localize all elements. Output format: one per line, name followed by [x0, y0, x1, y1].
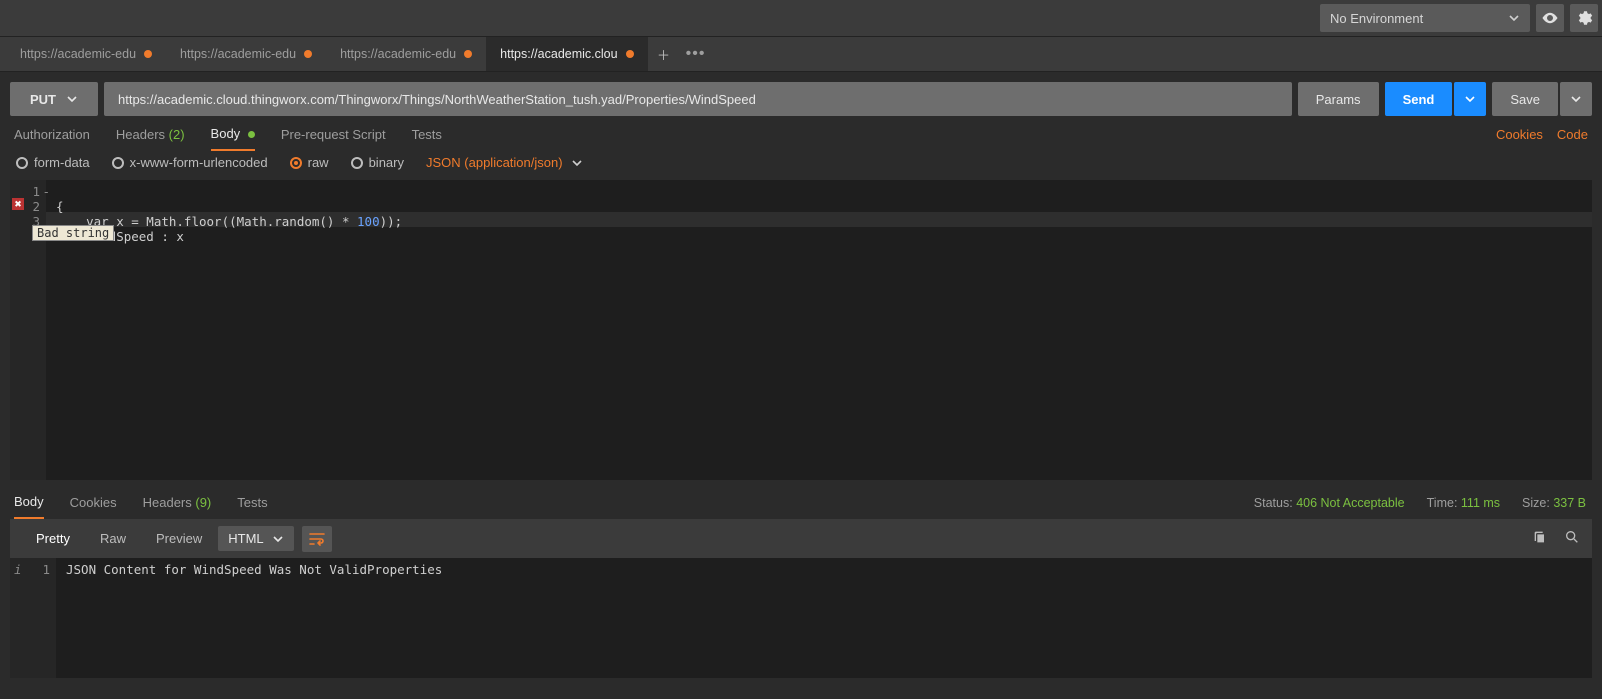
- resp-lang-select[interactable]: HTML: [218, 526, 293, 551]
- search-response-button[interactable]: [1564, 529, 1580, 548]
- line-wrap-button[interactable]: [302, 526, 332, 552]
- chevron-down-icon: [1508, 12, 1520, 24]
- save-dropdown[interactable]: [1560, 82, 1592, 116]
- status-value: 406 Not Acceptable: [1296, 496, 1404, 510]
- view-preview[interactable]: Preview: [142, 525, 216, 552]
- new-tab-button[interactable]: ＋: [648, 37, 680, 71]
- info-icon: i: [14, 562, 22, 577]
- environment-select[interactable]: No Environment: [1320, 4, 1530, 32]
- tab-label: https://academic.clou: [500, 47, 617, 61]
- response-text: JSON Content for WindSpeed Was Not Valid…: [56, 558, 1592, 678]
- chevron-down-icon: [66, 93, 78, 105]
- quicklook-icon[interactable]: [1536, 4, 1564, 32]
- tab-strip: https://academic-edu https://academic-ed…: [0, 37, 1602, 72]
- cookies-link[interactable]: Cookies: [1496, 127, 1543, 142]
- copy-response-button[interactable]: [1532, 529, 1548, 548]
- response-gutter: i 1: [10, 558, 56, 678]
- response-meta: Status: 406 Not Acceptable Time: 111 ms …: [1254, 496, 1586, 510]
- response-body-viewer[interactable]: i 1 JSON Content for WindSpeed Was Not V…: [10, 558, 1592, 678]
- save-button[interactable]: Save: [1492, 82, 1558, 116]
- radio-icon: [112, 157, 124, 169]
- tab-2[interactable]: https://academic-edu: [326, 37, 486, 71]
- error-tooltip: Bad string: [32, 225, 114, 241]
- radio-icon: [16, 157, 28, 169]
- size-value: 337 B: [1553, 496, 1586, 510]
- unsaved-dot-icon: [626, 50, 634, 58]
- tab-label: https://academic-edu: [20, 47, 136, 61]
- chevron-down-icon: [1570, 93, 1582, 105]
- send-dropdown[interactable]: [1454, 82, 1486, 116]
- unsaved-dot-icon: [304, 50, 312, 58]
- tab-1[interactable]: https://academic-edu: [166, 37, 326, 71]
- tab-body[interactable]: Body: [211, 126, 255, 151]
- wrap-icon: [309, 532, 325, 546]
- view-raw[interactable]: Raw: [86, 525, 140, 552]
- params-button[interactable]: Params: [1298, 82, 1379, 116]
- http-method-select[interactable]: PUT: [10, 82, 98, 116]
- resp-tab-cookies[interactable]: Cookies: [70, 495, 117, 510]
- tab-label: https://academic-edu: [180, 47, 296, 61]
- tab-label: https://academic-edu: [340, 47, 456, 61]
- request-url-text: https://academic.cloud.thingworx.com/Thi…: [118, 92, 756, 107]
- radio-icon: [351, 157, 363, 169]
- radio-form-data[interactable]: form-data: [16, 155, 90, 170]
- raw-mime-select[interactable]: JSON (application/json): [426, 155, 583, 170]
- radio-icon: [290, 157, 302, 169]
- tab-3[interactable]: https://academic.clou: [486, 37, 647, 71]
- settings-icon[interactable]: [1570, 4, 1598, 32]
- radio-raw[interactable]: raw: [290, 155, 329, 170]
- chevron-down-icon: [571, 157, 583, 169]
- tab-headers[interactable]: Headers (2): [116, 127, 185, 142]
- request-url-input[interactable]: https://academic.cloud.thingworx.com/Thi…: [104, 82, 1292, 116]
- send-button[interactable]: Send: [1385, 82, 1453, 116]
- radio-binary[interactable]: binary: [351, 155, 404, 170]
- tab-overflow-button[interactable]: •••: [680, 37, 712, 71]
- tab-0[interactable]: https://academic-edu: [6, 37, 166, 71]
- time-value: 111 ms: [1461, 496, 1500, 510]
- resp-tab-tests[interactable]: Tests: [237, 495, 267, 510]
- tab-tests[interactable]: Tests: [412, 127, 442, 142]
- unsaved-dot-icon: [464, 50, 472, 58]
- view-pretty[interactable]: Pretty: [22, 525, 84, 552]
- tab-prerequest[interactable]: Pre-request Script: [281, 127, 386, 142]
- code-link[interactable]: Code: [1557, 127, 1588, 142]
- http-method-label: PUT: [30, 92, 56, 107]
- environment-label: No Environment: [1330, 11, 1423, 26]
- chevron-down-icon: [272, 533, 284, 545]
- body-has-content-icon: [248, 131, 255, 138]
- chevron-down-icon: [1464, 93, 1476, 105]
- request-body-editor[interactable]: 1 - 2 3 ✖ { var x = Math.floor((Math.ran…: [10, 180, 1592, 480]
- unsaved-dot-icon: [144, 50, 152, 58]
- resp-tab-body[interactable]: Body: [14, 494, 44, 519]
- resp-tab-headers[interactable]: Headers (9): [143, 495, 212, 510]
- radio-x-www-form-urlencoded[interactable]: x-www-form-urlencoded: [112, 155, 268, 170]
- error-marker-icon[interactable]: ✖: [12, 198, 24, 210]
- tab-authorization[interactable]: Authorization: [14, 127, 90, 142]
- editor-code[interactable]: { var x = Math.floor((Math.random() * 10…: [46, 180, 1592, 480]
